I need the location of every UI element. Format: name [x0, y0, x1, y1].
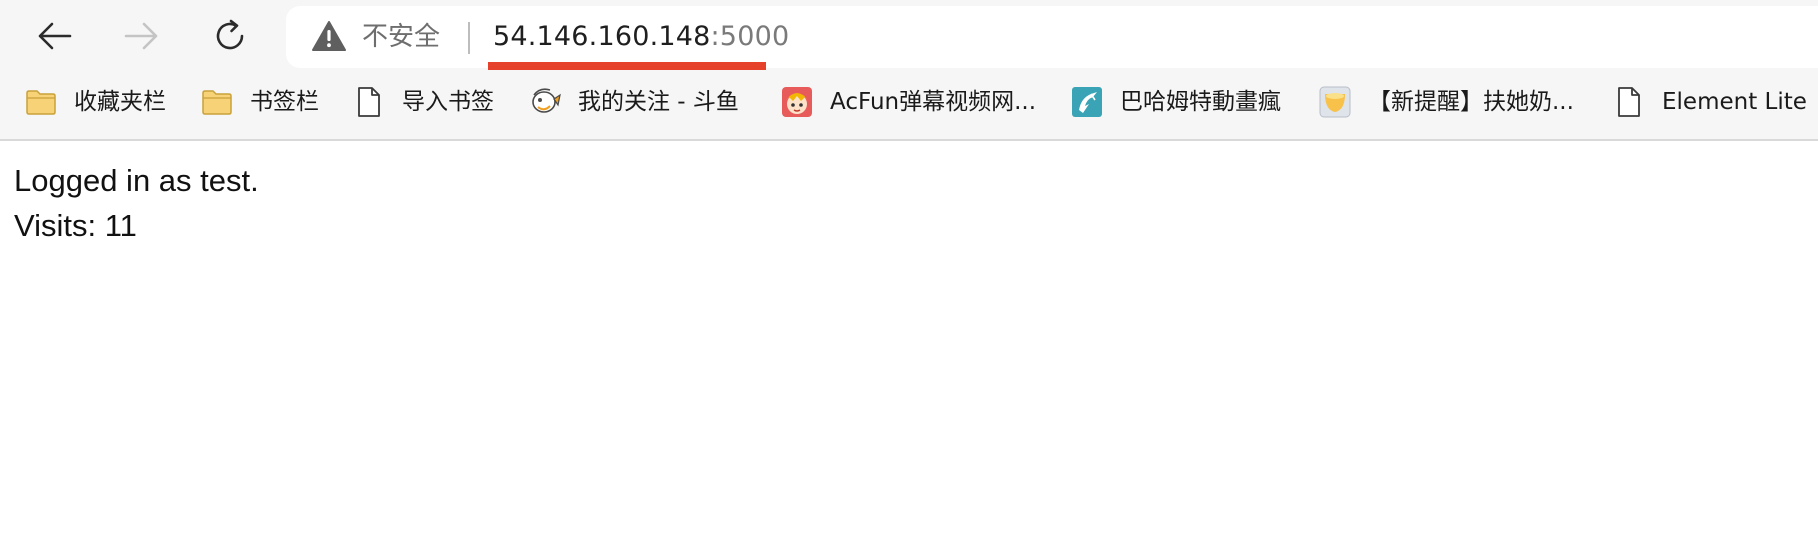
visit-count-text: Visits: 11 [14, 208, 137, 243]
bookmark-import[interactable]: 导入书签 [352, 80, 494, 124]
bookmark-label: 我的关注 - 斗鱼 [578, 89, 739, 115]
warning-triangle-icon[interactable] [312, 20, 346, 52]
url-host: 54.146.160.148 [493, 21, 711, 52]
bookmark-new-reminder[interactable]: 【新提醒】扶她奶... [1318, 80, 1574, 124]
douyu-fish-icon [528, 85, 562, 119]
bahamut-icon [1070, 85, 1104, 119]
address-bar[interactable]: 不安全 54.146.160.148:5000 [286, 6, 1818, 68]
page-icon [352, 85, 386, 119]
bookmark-label: 收藏夹栏 [74, 89, 166, 115]
forward-button[interactable] [118, 12, 166, 60]
acfun-icon [780, 85, 814, 119]
bookmark-label: 导入书签 [402, 89, 494, 115]
bookmark-douyu[interactable]: 我的关注 - 斗鱼 [528, 80, 739, 124]
url-port: :5000 [710, 21, 790, 52]
bookmark-bahamut[interactable]: 巴哈姆特動畫瘋 [1070, 80, 1281, 124]
site-favicon-icon [1318, 85, 1352, 119]
reload-icon [216, 19, 244, 50]
bookmark-label: 巴哈姆特動畫瘋 [1120, 89, 1281, 115]
url-highlight-underline [488, 62, 766, 70]
browser-chrome: 不安全 54.146.160.148:5000 收藏夹栏 书签栏 导入书签 我的… [0, 0, 1818, 141]
back-button[interactable] [30, 12, 78, 60]
bookmark-label: 【新提醒】扶她奶... [1368, 89, 1574, 115]
bookmark-bookmarks-bar[interactable]: 书签栏 [200, 80, 319, 124]
arrow-left-icon [38, 22, 72, 50]
page-content: Logged in as test. Visits: 11 [14, 158, 259, 248]
reload-button[interactable] [206, 12, 254, 60]
page-icon [1612, 85, 1646, 119]
bookmark-acfun[interactable]: AcFun弹幕视频网... [780, 80, 1036, 124]
folder-icon [200, 85, 234, 119]
bookmark-label: Element Lite [1662, 89, 1807, 115]
url-text[interactable]: 54.146.160.148:5000 [493, 20, 789, 54]
bookmark-favorites-bar[interactable]: 收藏夹栏 [24, 80, 166, 124]
folder-icon [24, 85, 58, 119]
bookmark-label: AcFun弹幕视频网... [830, 89, 1037, 115]
arrow-right-icon [124, 22, 158, 50]
bookmark-element-lite[interactable]: Element Lite [1612, 80, 1807, 124]
login-status-text: Logged in as test. [14, 163, 259, 198]
bookmark-label: 书签栏 [250, 89, 319, 115]
bookmarks-bar: 收藏夹栏 书签栏 导入书签 我的关注 - 斗鱼 AcFun弹幕视频网... 巴哈… [0, 80, 1818, 124]
address-divider [468, 22, 470, 54]
security-status-label[interactable]: 不安全 [362, 20, 440, 54]
